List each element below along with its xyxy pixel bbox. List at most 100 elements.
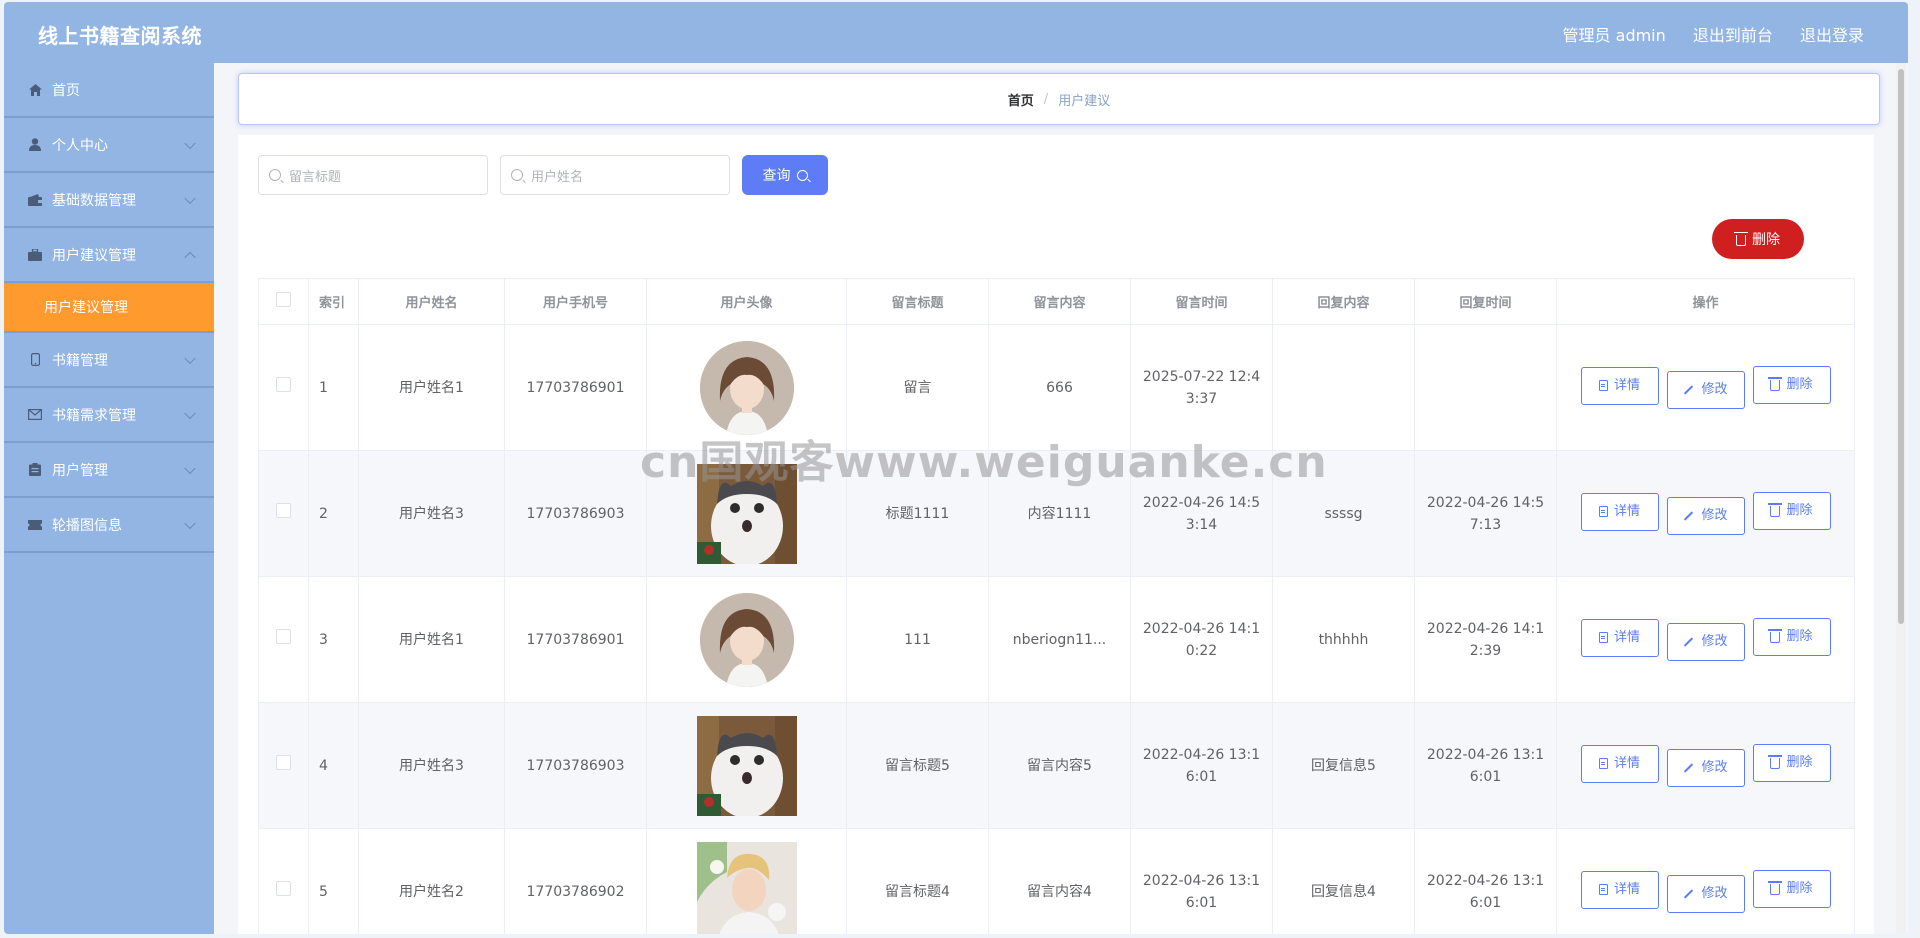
logout-link[interactable]: 退出登录	[1800, 26, 1864, 45]
detail-button[interactable]: 详情	[1580, 366, 1659, 405]
avatar	[657, 463, 836, 564]
ticket-icon	[28, 518, 42, 532]
detail-label: 详情	[1613, 629, 1640, 645]
sidebar: 首页 个人中心 基础数据管理 用户建议管理 用户建议管理 书籍管理 书籍需求管理…	[4, 63, 214, 934]
trash-icon	[1768, 503, 1783, 518]
cell-user-name: 用户姓名1	[358, 576, 505, 703]
clipboard-icon	[28, 463, 42, 477]
chevron-up-icon	[184, 251, 196, 263]
sidebar-item-personal-center[interactable]: 个人中心	[4, 118, 214, 173]
chevron-down-icon	[184, 137, 196, 149]
row-checkbox-cell[interactable]	[258, 450, 309, 577]
phone-icon	[28, 353, 42, 367]
delete-button[interactable]: 删除	[1752, 869, 1831, 908]
cell-message-time: 2022-04-26 13:16:01	[1130, 702, 1273, 829]
content-panel: 留言标题 用户姓名 查询 删除 索引 用户姓名 用户手机号 用户头像 留言标题 …	[238, 135, 1874, 934]
sidebar-item-book-requests[interactable]: 书籍需求管理	[4, 388, 214, 443]
cell-index: 4	[308, 702, 359, 829]
sidebar-item-users[interactable]: 用户管理	[4, 443, 214, 498]
document-icon	[1598, 506, 1608, 518]
user-name-search-input[interactable]: 用户姓名	[500, 155, 730, 195]
sidebar-item-carousel[interactable]: 轮播图信息	[4, 498, 214, 553]
select-all-checkbox-cell[interactable]	[258, 278, 309, 325]
batch-delete-button[interactable]: 删除	[1712, 219, 1804, 259]
sidebar-item-label: 用户管理	[52, 462, 108, 479]
detail-button[interactable]: 详情	[1580, 870, 1659, 909]
current-user-label: 管理员 admin	[1562, 26, 1666, 45]
cell-avatar	[646, 324, 847, 451]
delete-button[interactable]: 删除	[1752, 491, 1831, 530]
edit-button[interactable]: 修改	[1666, 749, 1745, 788]
sidebar-item-home[interactable]: 首页	[4, 63, 214, 118]
edit-button[interactable]: 修改	[1666, 875, 1745, 914]
cell-actions: 详情 修改 删除	[1556, 450, 1855, 577]
sidebar-item-label: 轮播图信息	[52, 517, 122, 534]
wallet-icon	[28, 193, 42, 207]
cell-reply-content: 回复信息5	[1272, 702, 1415, 829]
trash-icon	[1734, 232, 1748, 246]
message-title-placeholder: 留言标题	[289, 169, 342, 185]
exit-to-front-link[interactable]: 退出到前台	[1693, 26, 1773, 45]
avatar	[657, 715, 836, 816]
edit-label: 修改	[1701, 634, 1728, 650]
delete-button[interactable]: 删除	[1752, 743, 1831, 782]
scrollbar-thumb[interactable]	[1898, 69, 1904, 624]
detail-label: 详情	[1613, 881, 1640, 897]
breadcrumb-separator: /	[1043, 91, 1049, 107]
row-checkbox-cell[interactable]	[258, 702, 309, 829]
sidebar-item-suggestions[interactable]: 用户建议管理	[4, 228, 214, 283]
submenu-item-suggestions-manage[interactable]: 用户建议管理	[4, 283, 214, 333]
message-title-search-input[interactable]: 留言标题	[258, 155, 488, 195]
sidebar-item-books[interactable]: 书籍管理	[4, 333, 214, 388]
delete-button[interactable]: 删除	[1752, 365, 1831, 404]
home-icon	[28, 83, 42, 97]
row-checkbox[interactable]	[276, 754, 291, 770]
cell-reply-time: 2022-04-26 14:12:39	[1414, 576, 1557, 703]
mail-icon	[28, 408, 42, 422]
sidebar-item-label: 用户建议管理	[52, 247, 136, 264]
edit-label: 修改	[1701, 382, 1728, 398]
row-checkbox[interactable]	[276, 628, 291, 644]
edit-button[interactable]: 修改	[1666, 623, 1745, 662]
main-content: 首页 / 用户建议 留言标题 用户姓名 查询 删除 索引 用户姓名 用户手机号 …	[214, 63, 1908, 934]
column-header: 留言时间	[1130, 278, 1273, 325]
column-header: 回复时间	[1414, 278, 1557, 325]
edit-label: 修改	[1701, 760, 1728, 776]
edit-button[interactable]: 修改	[1666, 371, 1745, 410]
cell-message-title: 留言标题4	[846, 828, 989, 934]
cell-reply-time: 2022-04-26 13:16:01	[1414, 828, 1557, 934]
cell-message-time: 2022-04-26 14:10:22	[1130, 576, 1273, 703]
row-checkbox[interactable]	[276, 502, 291, 518]
detail-button[interactable]: 详情	[1580, 492, 1659, 531]
sidebar-item-basic-data[interactable]: 基础数据管理	[4, 173, 214, 228]
briefcase-icon	[28, 248, 42, 262]
sidebar-item-label: 书籍需求管理	[52, 407, 136, 424]
page-scrollbar[interactable]	[1896, 63, 1906, 934]
row-checkbox[interactable]	[276, 376, 291, 392]
row-checkbox-cell[interactable]	[258, 324, 309, 451]
row-checkbox-cell[interactable]	[258, 576, 309, 703]
sidebar-item-label: 书籍管理	[52, 352, 108, 369]
breadcrumb-home[interactable]: 首页	[1008, 90, 1034, 109]
batch-delete-label: 删除	[1752, 232, 1780, 248]
cell-reply-content: 回复信息4	[1272, 828, 1415, 934]
edit-button[interactable]: 修改	[1666, 497, 1745, 536]
detail-button[interactable]: 详情	[1580, 618, 1659, 657]
cell-message-content: 内容1111	[988, 450, 1131, 577]
detail-button[interactable]: 详情	[1580, 744, 1659, 783]
sidebar-item-label: 首页	[52, 82, 80, 99]
delete-button[interactable]: 删除	[1752, 617, 1831, 656]
cell-avatar	[646, 828, 847, 934]
row-checkbox[interactable]	[276, 880, 291, 896]
cell-phone: 17703786903	[504, 702, 647, 829]
cell-actions: 详情 修改 删除	[1556, 576, 1855, 703]
app-title: 线上书籍查阅系统	[38, 24, 202, 48]
trash-icon	[1768, 881, 1783, 896]
select-all-checkbox[interactable]	[276, 292, 291, 307]
avatar	[657, 841, 836, 934]
document-icon	[1598, 380, 1608, 392]
table-row: 1 用户姓名1 17703786901 留言 666 2025-07-22 12:43:3…	[258, 324, 1855, 451]
query-button[interactable]: 查询	[742, 155, 828, 195]
row-checkbox-cell[interactable]	[258, 828, 309, 934]
trash-icon	[1768, 755, 1783, 770]
